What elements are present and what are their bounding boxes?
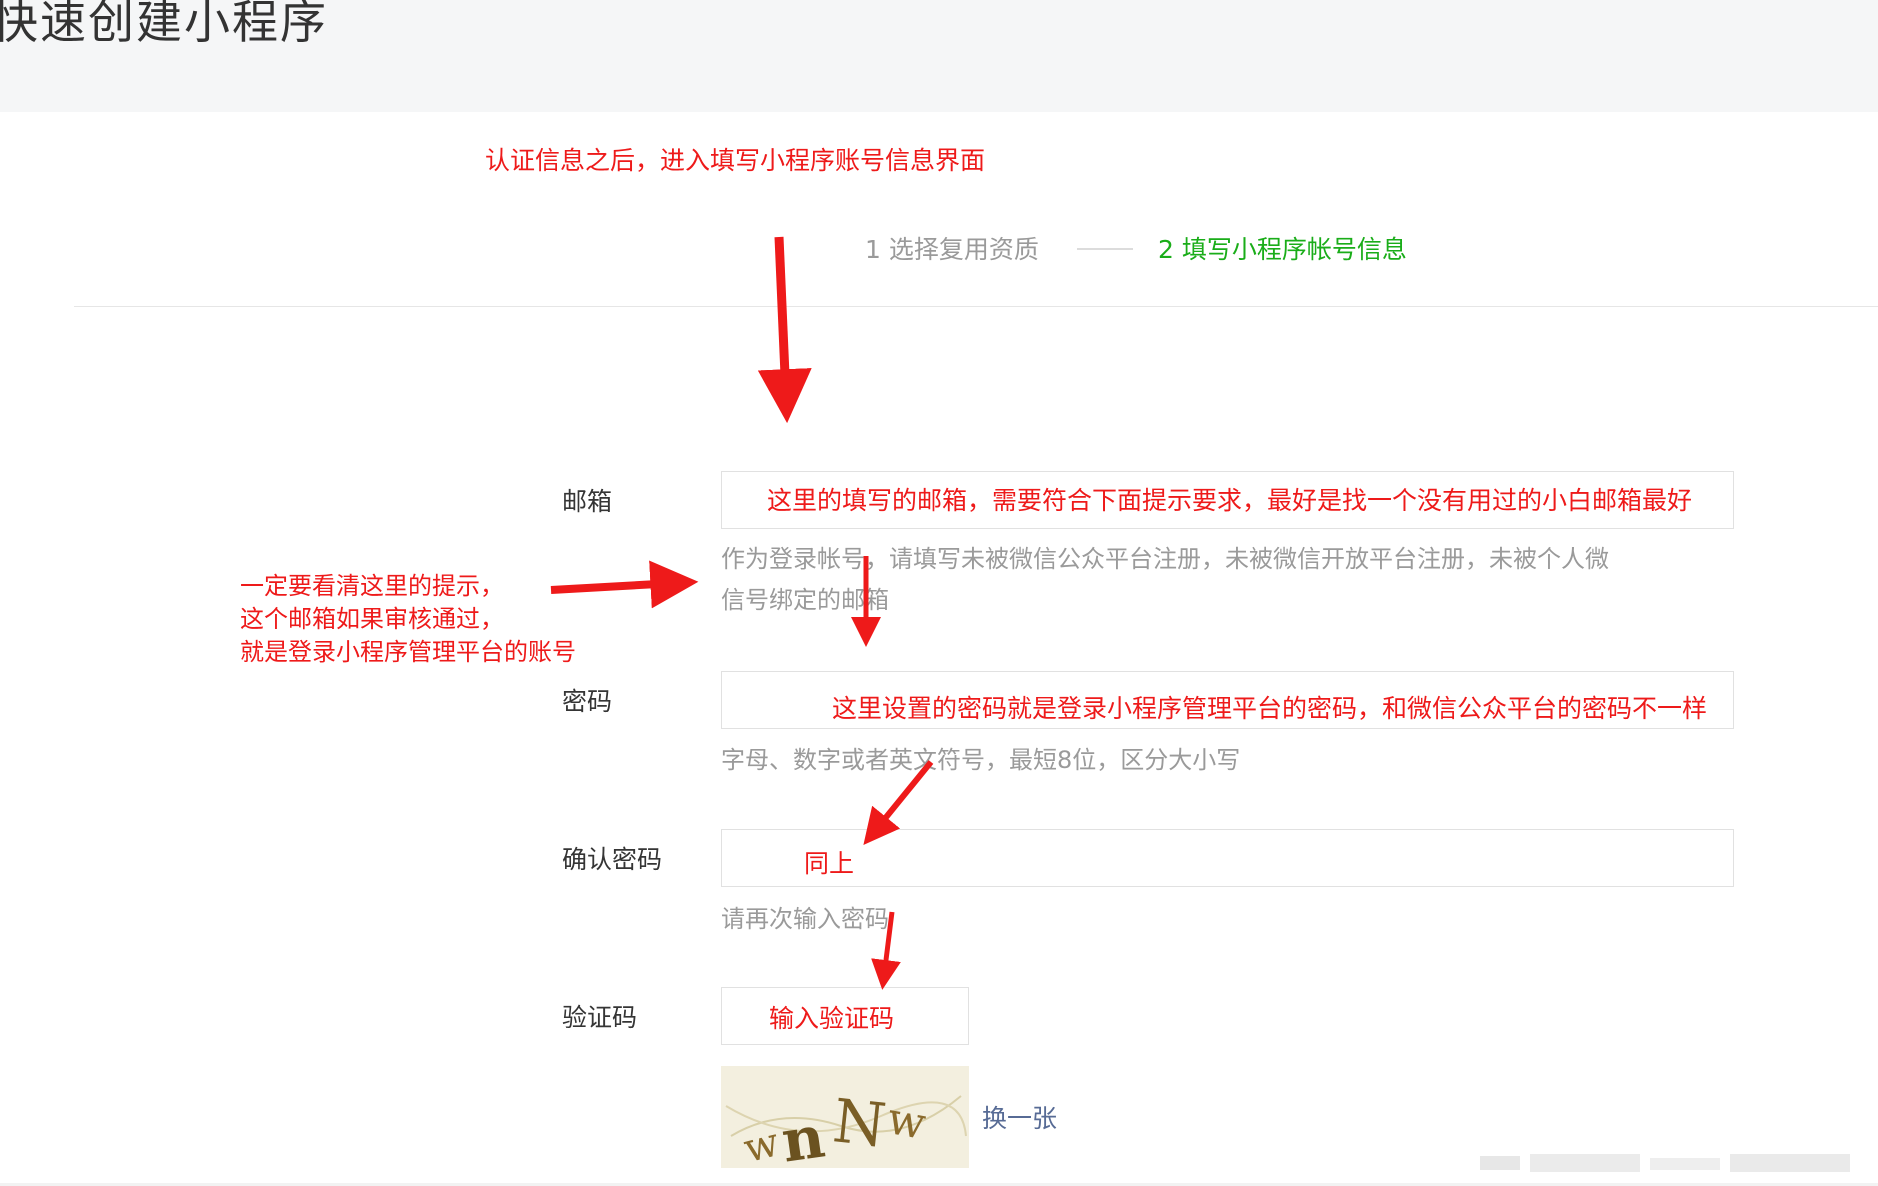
- red-arrow-icon: [863, 760, 934, 846]
- annotation-arrows: [550, 236, 934, 990]
- red-arrow-icon: [871, 911, 901, 990]
- red-arrow-icon: [757, 236, 812, 424]
- red-arrow-icon: [550, 560, 699, 609]
